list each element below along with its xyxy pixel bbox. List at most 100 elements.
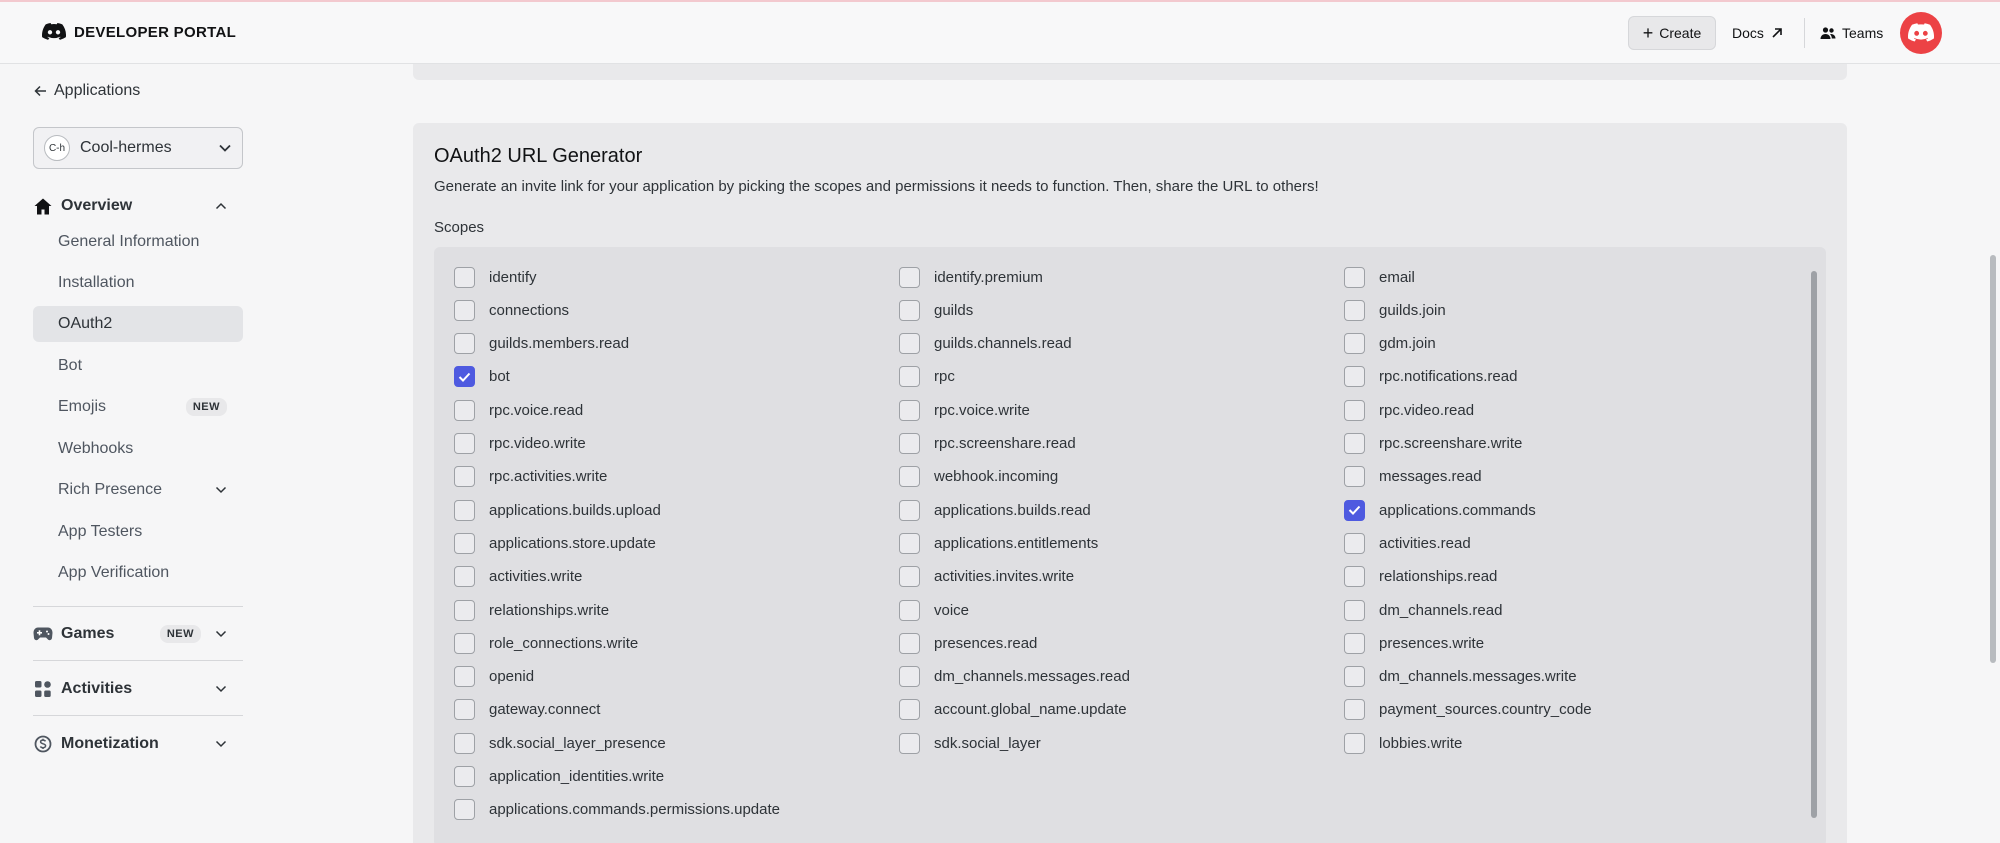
scope-option[interactable]: guilds.join — [1344, 298, 1446, 322]
scope-checkbox[interactable] — [1344, 699, 1365, 721]
scope-checkbox[interactable] — [1344, 466, 1365, 488]
back-to-applications-link[interactable]: Applications — [34, 82, 140, 100]
scope-checkbox[interactable] — [454, 666, 475, 688]
scopes-scrollbar[interactable] — [1811, 271, 1817, 818]
scope-checkbox[interactable] — [454, 532, 475, 554]
nav-group-overview[interactable]: Overview — [33, 191, 243, 221]
scope-option[interactable]: lobbies.write — [1344, 731, 1462, 755]
scope-option[interactable]: identify.premium — [899, 265, 1043, 289]
scope-option[interactable]: rpc.voice.read — [454, 398, 583, 422]
scope-checkbox[interactable] — [454, 632, 475, 654]
scope-checkbox[interactable] — [899, 599, 920, 621]
scope-checkbox[interactable] — [1344, 333, 1365, 355]
sidebar-item-app-testers[interactable]: App Testers — [33, 514, 243, 550]
scope-option[interactable]: messages.read — [1344, 465, 1482, 489]
scope-option[interactable]: dm_channels.messages.read — [899, 665, 1130, 689]
scope-option[interactable]: rpc.activities.write — [454, 465, 607, 489]
scope-checkbox[interactable] — [454, 433, 475, 454]
scope-option[interactable]: rpc.video.write — [454, 432, 586, 456]
scope-option[interactable]: rpc — [899, 365, 955, 389]
sidebar-item-bot[interactable]: Bot — [33, 348, 243, 384]
scope-checkbox[interactable] — [454, 466, 475, 488]
scope-option[interactable]: rpc.video.read — [1344, 398, 1474, 422]
scope-option[interactable]: guilds — [899, 298, 973, 322]
scope-option[interactable]: application_identities.write — [454, 765, 664, 789]
nav-group-monetization[interactable]: Monetization — [33, 729, 243, 759]
scope-option[interactable]: bot — [454, 365, 510, 389]
scope-option[interactable]: rpc.voice.write — [899, 398, 1030, 422]
scope-checkbox[interactable] — [454, 333, 475, 355]
brand-logo[interactable]: DEVELOPER PORTAL — [42, 23, 236, 41]
teams-link[interactable]: Teams — [1820, 16, 1883, 50]
scope-option[interactable]: applications.commands.permissions.update — [454, 798, 780, 822]
scope-option[interactable]: applications.commands — [1344, 498, 1536, 522]
scope-option[interactable]: dm_channels.read — [1344, 598, 1502, 622]
scope-checkbox[interactable] — [899, 666, 920, 688]
scope-option[interactable]: relationships.read — [1344, 565, 1497, 589]
scope-option[interactable]: gdm.join — [1344, 332, 1436, 356]
scope-option[interactable]: sdk.social_layer — [899, 731, 1041, 755]
scope-checkbox[interactable] — [1344, 299, 1365, 321]
scope-checkbox[interactable] — [899, 499, 920, 521]
scope-option[interactable]: account.global_name.update — [899, 698, 1127, 722]
scope-option[interactable]: openid — [454, 665, 534, 689]
scope-checkbox[interactable] — [1344, 566, 1365, 588]
scope-option[interactable]: guilds.members.read — [454, 332, 629, 356]
scope-checkbox[interactable] — [1344, 266, 1365, 288]
sidebar-item-emojis[interactable]: Emojis NEW — [33, 389, 243, 425]
scope-option[interactable]: guilds.channels.read — [899, 332, 1072, 356]
scope-checkbox[interactable] — [454, 266, 475, 288]
scope-option[interactable]: gateway.connect — [454, 698, 600, 722]
scope-checkbox[interactable] — [454, 799, 475, 821]
scope-checkbox[interactable] — [899, 399, 920, 421]
scope-checkbox[interactable] — [899, 433, 920, 454]
scope-option[interactable]: rpc.notifications.read — [1344, 365, 1517, 389]
sidebar-item-installation[interactable]: Installation — [33, 265, 243, 301]
scope-checkbox[interactable] — [899, 333, 920, 355]
sidebar-item-webhooks[interactable]: Webhooks — [33, 431, 243, 467]
scope-option[interactable]: payment_sources.country_code — [1344, 698, 1592, 722]
sidebar-item-oauth2[interactable]: OAuth2 — [33, 306, 243, 342]
scope-checkbox[interactable] — [454, 299, 475, 321]
scope-checkbox[interactable] — [899, 566, 920, 588]
docs-link[interactable]: Docs — [1732, 16, 1784, 50]
scope-option[interactable]: applications.builds.upload — [454, 498, 661, 522]
scope-option[interactable]: presences.write — [1344, 631, 1484, 655]
scope-checkbox[interactable] — [1344, 366, 1365, 388]
scope-option[interactable]: relationships.write — [454, 598, 609, 622]
scope-checkbox[interactable] — [1344, 732, 1365, 754]
scope-option[interactable]: rpc.screenshare.write — [1344, 432, 1522, 456]
scope-checkbox[interactable] — [899, 732, 920, 754]
scope-checkbox[interactable] — [454, 566, 475, 588]
create-button[interactable]: + Create — [1628, 16, 1716, 50]
scope-checkbox[interactable] — [899, 699, 920, 721]
scope-checkbox[interactable] — [454, 732, 475, 754]
scope-checkbox[interactable] — [454, 599, 475, 621]
scope-option[interactable]: webhook.incoming — [899, 465, 1058, 489]
scope-checkbox[interactable] — [899, 632, 920, 654]
scope-checkbox[interactable] — [454, 366, 475, 388]
scope-option[interactable]: email — [1344, 265, 1415, 289]
scope-option[interactable]: applications.store.update — [454, 531, 656, 555]
sidebar-item-rich-presence[interactable]: Rich Presence — [33, 472, 243, 508]
scope-checkbox[interactable] — [1344, 666, 1365, 688]
nav-group-activities[interactable]: Activities — [33, 674, 243, 704]
scope-checkbox[interactable] — [1344, 532, 1365, 554]
scope-option[interactable]: role_connections.write — [454, 631, 638, 655]
scope-checkbox[interactable] — [454, 499, 475, 521]
scope-checkbox[interactable] — [1344, 399, 1365, 421]
user-avatar[interactable] — [1900, 12, 1942, 54]
scope-checkbox[interactable] — [899, 366, 920, 388]
scope-checkbox[interactable] — [1344, 499, 1365, 521]
scope-checkbox[interactable] — [454, 399, 475, 421]
scope-option[interactable]: sdk.social_layer_presence — [454, 731, 666, 755]
scope-checkbox[interactable] — [899, 532, 920, 554]
scope-checkbox[interactable] — [899, 466, 920, 488]
scope-option[interactable]: activities.read — [1344, 531, 1471, 555]
scope-checkbox[interactable] — [454, 699, 475, 721]
scope-option[interactable]: presences.read — [899, 631, 1037, 655]
nav-group-games[interactable]: Games NEW — [33, 619, 243, 649]
scope-checkbox[interactable] — [454, 766, 475, 787]
scope-option[interactable]: dm_channels.messages.write — [1344, 665, 1577, 689]
scope-option[interactable]: voice — [899, 598, 969, 622]
